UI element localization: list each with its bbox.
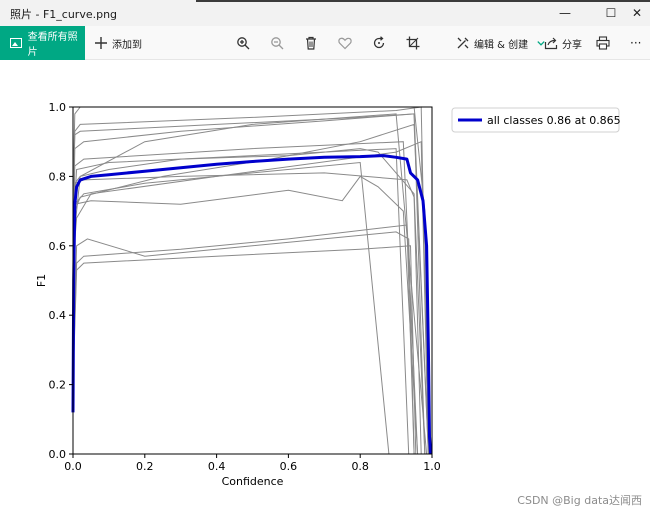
rotate-button[interactable] <box>370 26 388 60</box>
class-curve-12 <box>72 148 426 455</box>
class-curve-13 <box>72 113 428 455</box>
share-label: 分享 <box>562 39 582 51</box>
all-classes-curve-group <box>71 154 433 455</box>
x-tick-label: 0.4 <box>208 460 226 473</box>
legend-label: all classes 0.86 at 0.865 <box>487 114 621 127</box>
rotate-icon <box>370 34 388 52</box>
class-curve-3 <box>72 113 429 455</box>
x-tick-label: 0.2 <box>136 460 154 473</box>
y-tick-label: 0.2 <box>49 379 67 392</box>
class-curve-7 <box>72 172 422 455</box>
zoom-in-button[interactable] <box>234 26 252 60</box>
y-axis: 0.0 0.2 0.4 0.6 0.8 1.0 <box>49 101 73 461</box>
photo-icon <box>10 38 22 48</box>
x-tick-label: 1.0 <box>423 460 441 473</box>
f1-curve-chart: 0.0 0.2 0.4 0.6 0.8 1.0 0.0 0.2 0.4 0.6 0.8 1.0 Co… <box>35 101 621 488</box>
minimize-button[interactable]: — <box>548 0 582 26</box>
class-curve-1 <box>72 106 429 455</box>
toolbar: 查看所有照片 添加到 编辑 & 创建 分享 ··· <box>0 26 650 60</box>
all-classes-curve <box>71 154 433 455</box>
heart-icon <box>336 34 354 52</box>
watermark: CSDN @Big data达闻西 <box>517 494 642 507</box>
delete-button[interactable] <box>302 26 320 60</box>
share-icon <box>542 34 560 52</box>
class-curve-2 <box>72 106 429 455</box>
print-icon <box>594 34 612 52</box>
y-axis-label: F1 <box>35 274 48 287</box>
x-tick-label: 0.6 <box>280 460 298 473</box>
class-curve-14 <box>72 140 429 455</box>
y-tick-label: 0.8 <box>49 170 67 183</box>
class-curve-10 <box>72 224 415 455</box>
print-button[interactable] <box>594 26 612 60</box>
see-all-photos-label: 查看所有照片 <box>27 32 78 58</box>
edit-create-label: 编辑 & 创建 <box>474 39 529 51</box>
plus-icon <box>92 34 110 52</box>
class-curve-6 <box>72 161 390 455</box>
add-to-label: 添加到 <box>112 39 142 51</box>
close-button[interactable]: ✕ <box>620 0 650 26</box>
y-tick-label: 0.6 <box>49 240 67 253</box>
class-curve-9 <box>72 231 415 455</box>
crop-button[interactable] <box>404 26 422 60</box>
more-button[interactable]: ··· <box>630 26 641 60</box>
edit-icon <box>454 34 472 52</box>
class-curve-5 <box>72 141 419 455</box>
y-tick-label: 0.4 <box>49 309 67 322</box>
x-tick-label: 0.8 <box>351 460 369 473</box>
y-tick-label: 0.0 <box>49 448 67 461</box>
class-curve-11 <box>72 245 417 455</box>
favorite-button[interactable] <box>336 26 354 60</box>
zoom-out-button[interactable] <box>268 26 286 60</box>
delete-icon <box>302 34 320 52</box>
class-curves <box>72 106 429 455</box>
window-title: 照片 - F1_curve.png <box>10 8 118 21</box>
legend: all classes 0.86 at 0.865 <box>451 107 621 133</box>
share-button[interactable]: 分享 <box>542 26 582 60</box>
class-curve-15 <box>72 148 410 455</box>
x-tick-label: 0.0 <box>64 460 82 473</box>
title-bar: 照片 - F1_curve.png — ☐ ✕ <box>0 0 650 26</box>
image-viewer-canvas: 0.0 0.2 0.4 0.6 0.8 1.0 0.0 0.2 0.4 0.6 0.8 1.0 Co… <box>0 60 650 514</box>
y-tick-label: 1.0 <box>49 101 67 114</box>
zoom-in-icon <box>234 34 252 52</box>
zoom-out-icon <box>268 34 286 52</box>
crop-icon <box>404 34 422 52</box>
edit-create-button[interactable]: 编辑 & 创建 <box>454 26 550 60</box>
axes-frame <box>72 106 433 455</box>
add-to-button[interactable]: 添加到 <box>92 26 142 60</box>
x-axis: 0.0 0.2 0.4 0.6 0.8 1.0 <box>64 454 441 473</box>
see-all-photos-button[interactable]: 查看所有照片 <box>0 26 85 60</box>
x-axis-label: Confidence <box>222 475 284 488</box>
